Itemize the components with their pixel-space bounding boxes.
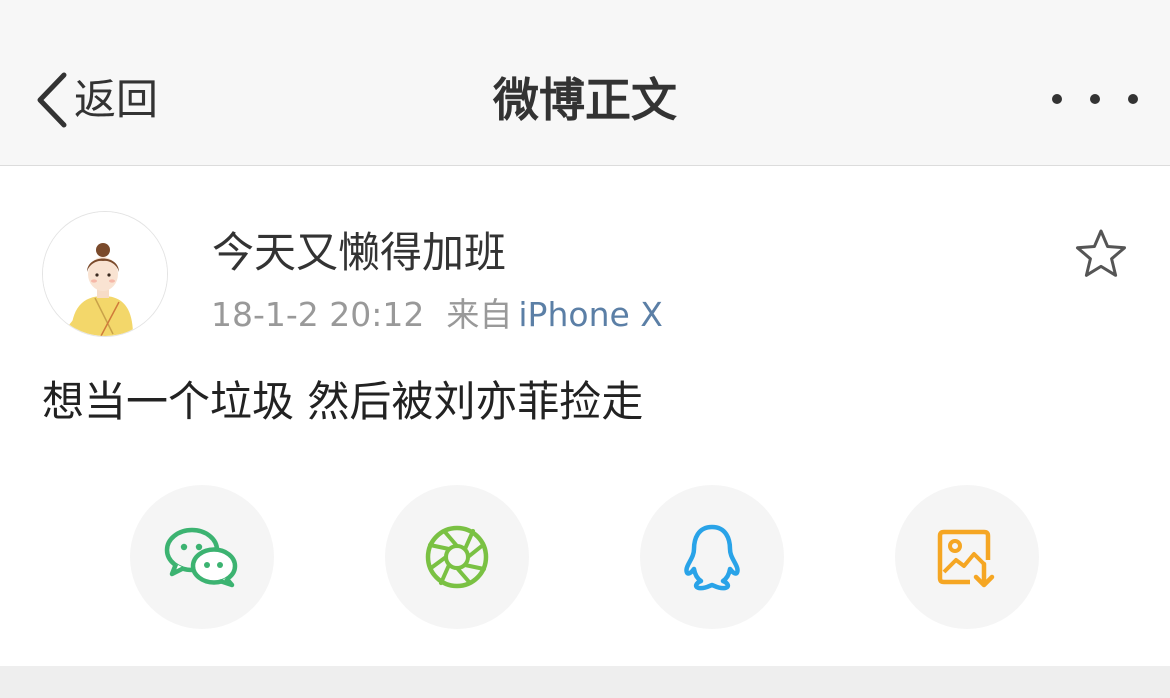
- source-prefix: 来自: [446, 295, 513, 334]
- post-time: 18-1-2 20:12: [211, 295, 425, 334]
- bottom-divider: [0, 666, 1170, 698]
- moments-icon: [425, 525, 489, 589]
- qq-icon: [684, 524, 740, 591]
- dot: [1052, 94, 1062, 104]
- post-text: 想当一个垃圾 然后被刘亦菲捡走: [42, 377, 644, 426]
- navigation-bar: 返回 微博正文: [0, 0, 1170, 166]
- wechat-icon: [164, 527, 238, 588]
- save-image-button[interactable]: [895, 485, 1039, 629]
- post-meta: 18-1-2 20:12 来自 iPhone X: [211, 292, 663, 338]
- username[interactable]: 今天又懒得加班: [212, 225, 506, 281]
- star-outline-icon[interactable]: [1074, 228, 1128, 280]
- avatar[interactable]: [42, 211, 168, 337]
- share-wechat-button[interactable]: [130, 485, 274, 629]
- share-row: [0, 485, 1170, 630]
- more-dots-icon[interactable]: [1052, 82, 1138, 116]
- page-title: 微博正文: [493, 73, 677, 127]
- dot: [1128, 94, 1138, 104]
- share-qq-button[interactable]: [640, 485, 784, 629]
- share-moments-button[interactable]: [385, 485, 529, 629]
- user-avatar-illustration: [43, 212, 167, 336]
- source-link[interactable]: iPhone X: [518, 295, 663, 334]
- save-image-icon: [937, 529, 995, 588]
- dot: [1090, 94, 1100, 104]
